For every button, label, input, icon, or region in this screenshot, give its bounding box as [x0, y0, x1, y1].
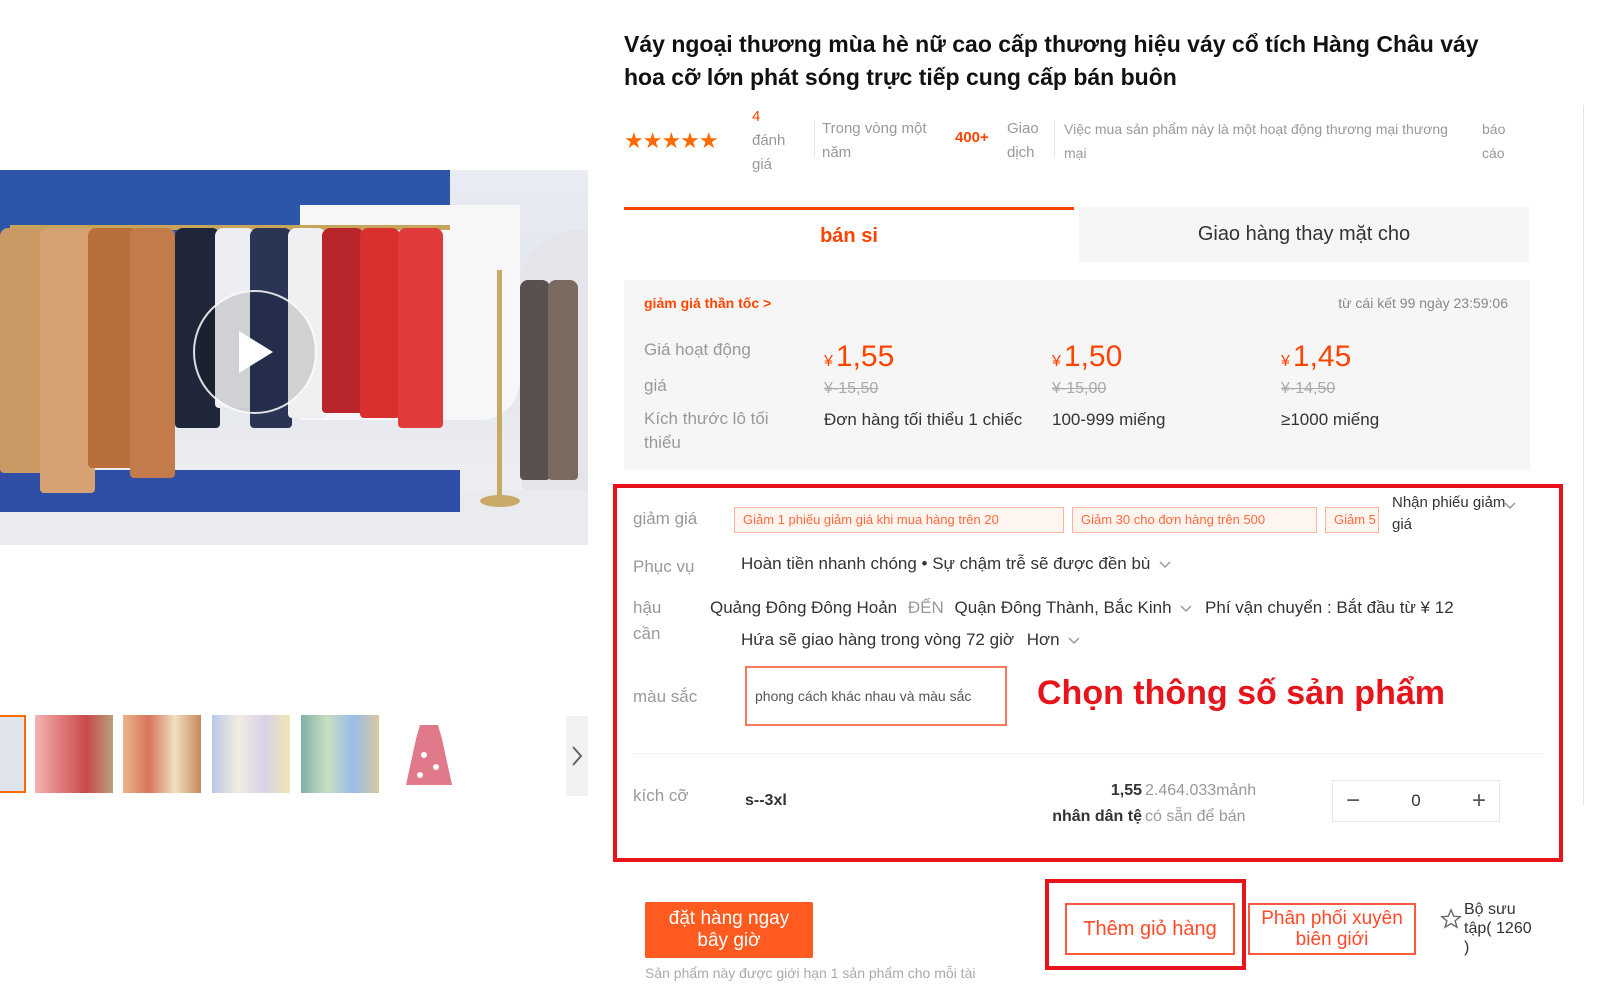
- chevron-down-icon: [1159, 561, 1171, 569]
- quantity-input[interactable]: 0: [1373, 781, 1459, 821]
- trade-note: Việc mua sản phẩm này là một hoạt động t…: [1064, 121, 1448, 161]
- deal-count: 400+: [955, 129, 989, 146]
- increase-button[interactable]: +: [1459, 781, 1499, 821]
- report-link[interactable]: báo cáo: [1482, 117, 1522, 165]
- logistics-route: Quảng Đông Đông Hoản ĐẾN Quận Đông Thành…: [710, 598, 1454, 618]
- delivery-promise[interactable]: Hứa sẽ giao hàng trong vòng 72 giờ Hơn: [741, 630, 1080, 650]
- shipping-fee: Phí vận chuyển : Bắt đầu từ ¥ 12: [1205, 598, 1454, 617]
- tier-price: ¥1,50: [1052, 340, 1123, 373]
- collection-button[interactable]: Bộ sưu tập( 1260 ): [1440, 900, 1540, 957]
- service-text[interactable]: Hoàn tiền nhanh chóng • Sự chậm trễ sẽ đ…: [741, 554, 1171, 574]
- tier-price: ¥1,45: [1281, 340, 1352, 373]
- coat-2: [40, 228, 95, 493]
- tier-original-price: ¥-15,50: [824, 380, 879, 397]
- divider: [1054, 121, 1055, 157]
- thumbnail[interactable]: [212, 715, 290, 793]
- tier-price: ¥1,55: [824, 340, 895, 373]
- product-video[interactable]: [0, 170, 588, 545]
- coat-4: [130, 228, 175, 478]
- unit-price-value: 1,55: [1110, 782, 1142, 799]
- unit-price: 1,55 nhân dân tệ: [1002, 778, 1142, 830]
- label-min-batch: Kích thước lô tối thiểu: [644, 409, 769, 452]
- receive-coupon-button[interactable]: Nhận phiếu giảm giá: [1392, 492, 1522, 536]
- thumbnail[interactable]: [35, 715, 113, 793]
- rating-stars: ★★★★★: [624, 128, 719, 153]
- decrease-button[interactable]: −: [1333, 781, 1373, 821]
- callout-annotation: Chọn thông số sản phẩm: [1037, 674, 1445, 712]
- add-to-cart-button[interactable]: Thêm giỏ hàng: [1065, 903, 1235, 955]
- tier-quantity: ≥1000 miếng: [1281, 410, 1380, 429]
- purchase-tabs: bán si Giao hàng thay mặt cho: [624, 207, 1530, 262]
- thumbnail-strip: [0, 715, 590, 795]
- review-count-number: 4: [752, 108, 761, 125]
- order-now-button[interactable]: đặt hàng ngay bây giờ: [645, 902, 813, 958]
- chevron-down-icon: [1504, 502, 1516, 510]
- coat-12: [520, 280, 550, 480]
- color-option[interactable]: phong cách khác nhau và màu sắc: [745, 666, 1007, 726]
- price-tier: ¥1,50 ¥-15,00 100-999 miếng: [1052, 340, 1272, 430]
- stock-count: 2.464.033mảnh: [1145, 782, 1257, 799]
- scene-pole-base: [480, 495, 520, 507]
- review-count[interactable]: 4 đánh giá: [752, 105, 802, 177]
- play-button[interactable]: [193, 290, 317, 414]
- tab-wholesale[interactable]: bán si: [624, 207, 1074, 262]
- label-price: giá: [644, 376, 667, 395]
- thumbnail[interactable]: [390, 715, 468, 793]
- color-label: màu sắc: [633, 687, 698, 706]
- product-title: Váy ngoại thương mùa hè nữ cao cấp thươn…: [624, 31, 1479, 90]
- tier-quantity: 100-999 miếng: [1052, 410, 1166, 429]
- coat-10: [360, 228, 400, 418]
- cross-border-button[interactable]: Phân phối xuyên biên giới: [1248, 903, 1416, 955]
- dress-thumbnail-icon: [406, 725, 452, 785]
- size-label: kích cỡ: [633, 786, 689, 805]
- coupon-tag[interactable]: Giảm 30 cho đơn hàng trên 500: [1072, 507, 1317, 533]
- size-value: s--3xl: [745, 792, 787, 809]
- star-outline-icon: [1440, 908, 1462, 929]
- scene-pole: [497, 270, 502, 500]
- play-icon: [239, 331, 273, 373]
- coat-9: [322, 228, 364, 413]
- coat-13: [548, 280, 578, 480]
- unit-price-currency: nhân dân tệ: [1052, 808, 1142, 825]
- discount-label: giảm giá: [633, 509, 698, 528]
- ship-from: Quảng Đông Đông Hoản: [710, 598, 898, 617]
- thumbnail-next-button[interactable]: [566, 716, 588, 796]
- tier-original-price: ¥-15,00: [1052, 380, 1107, 397]
- divider: [814, 121, 815, 157]
- coupon-tag[interactable]: Giảm 1 phiếu giảm giá khi mua hàng trên …: [734, 507, 1064, 533]
- quantity-stepper: − 0 +: [1332, 780, 1500, 822]
- price-tier: ¥1,45 ¥-14,50 ≥1000 miếng: [1281, 340, 1501, 430]
- coat-1: [0, 228, 45, 473]
- divider: [633, 753, 1543, 754]
- chevron-down-icon: [1068, 637, 1080, 645]
- order-limit-note: Sản phẩm này được giới hạn 1 sản phẩm ch…: [645, 965, 976, 981]
- stats-period: Trong vòng một năm: [822, 120, 927, 161]
- ship-to-word: ĐẾN: [907, 598, 944, 617]
- chevron-right-icon: [572, 746, 583, 766]
- thumbnail[interactable]: [0, 715, 26, 793]
- ship-to[interactable]: Quận Đông Thành, Bắc Kinh: [955, 598, 1172, 617]
- product-stats: ★★★★★ 4 đánh giá Trong vòng một năm 400+…: [624, 105, 1514, 175]
- thumbnail[interactable]: [123, 715, 201, 793]
- logistics-label: hậu cần: [633, 598, 662, 643]
- thumbnail[interactable]: [301, 715, 379, 793]
- tab-dropship[interactable]: Giao hàng thay mặt cho: [1079, 207, 1529, 262]
- coat-11: [398, 228, 443, 428]
- review-count-label: đánh giá: [752, 132, 786, 173]
- flash-sale-link[interactable]: giảm giá thần tốc >: [644, 295, 771, 311]
- receive-coupon-label: Nhận phiếu giảm giá: [1392, 494, 1506, 533]
- stock-info: 2.464.033mảnh có sẵn để bán: [1145, 778, 1285, 830]
- price-box: giảm giá thần tốc > từ cái kết 99 ngày 2…: [624, 280, 1530, 470]
- service-label: Phục vụ: [633, 557, 695, 576]
- sku-selection-highlight: giảm giá Giảm 1 phiếu giảm giá khi mua h…: [613, 484, 1563, 862]
- stock-label: có sẵn để bán: [1145, 808, 1246, 825]
- coupon-tag[interactable]: Giảm 5: [1325, 507, 1379, 533]
- label-activity-price: Giá hoạt động: [644, 340, 751, 359]
- tier-original-price: ¥-14,50: [1281, 380, 1336, 397]
- side-panel-edge: [1583, 105, 1600, 805]
- more-link[interactable]: Hơn: [1027, 630, 1060, 649]
- chevron-down-icon: [1180, 605, 1192, 613]
- countdown-timer: từ cái kết 99 ngày 23:59:06: [1338, 295, 1508, 311]
- collection-label: Bộ sưu tập( 1260 ): [1464, 901, 1532, 956]
